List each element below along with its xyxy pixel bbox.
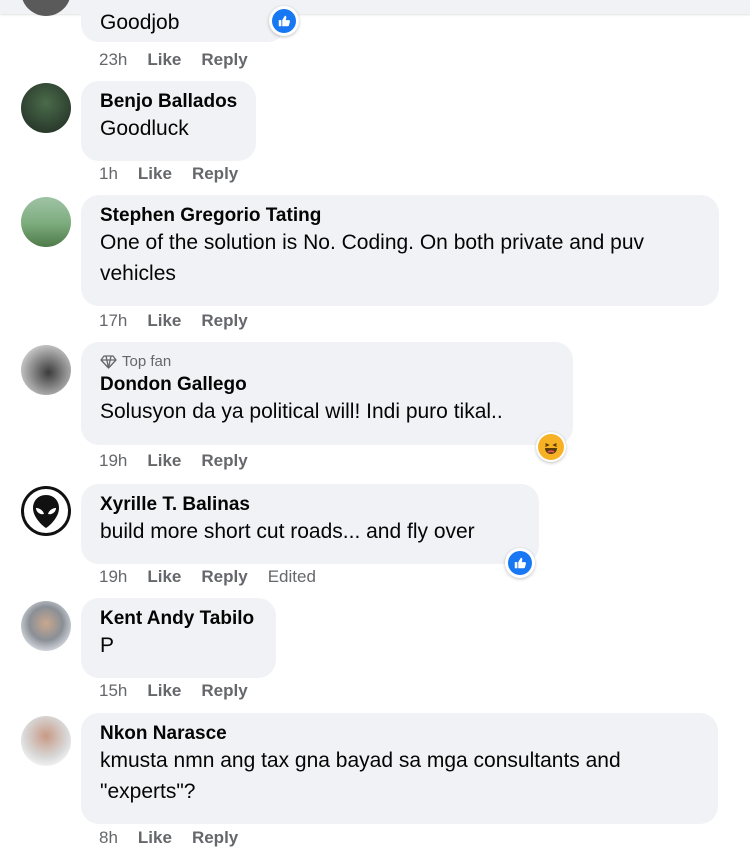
reply-button[interactable]: Reply [201,50,247,70]
comment-text: kmusta nmn ang tax gna bayad sa mga cons… [100,749,621,803]
commenter-name[interactable]: Kent Andy Tabilo [100,608,258,630]
like-button[interactable]: Like [147,50,181,70]
like-reaction-icon[interactable] [505,548,535,578]
like-button[interactable]: Like [147,451,181,471]
like-button[interactable]: Like [138,164,172,184]
avatar[interactable] [21,716,71,766]
comment-text: Solusyon da ya political will! Indi puro… [100,400,503,423]
like-button[interactable]: Like [147,567,181,587]
reply-button[interactable]: Reply [201,681,247,701]
comment-actions: 19h Like Reply [99,451,268,471]
commenter-name[interactable]: Nkon Narasce [100,723,700,745]
reply-button[interactable]: Reply [192,164,238,184]
comment-actions: 8h Like Reply [99,828,258,848]
commenter-name[interactable]: Benjo Ballados [100,91,238,113]
comment-bubble: Stephen Gregorio Tating One of the solut… [81,195,719,306]
comment-text: One of the solution is No. Coding. On bo… [100,231,645,285]
comment-text: Goodjob [100,11,180,34]
avatar[interactable] [21,486,71,536]
comment-bubble: Kent Andy Tabilo P [81,598,276,678]
comment-actions: 15h Like Reply [99,681,268,701]
comment-bubble: Goodjob [81,0,286,42]
comment-actions: 17h Like Reply [99,311,268,331]
comment-time[interactable]: 19h [99,451,127,471]
haha-reaction-icon[interactable] [536,432,566,462]
like-button[interactable]: Like [147,681,181,701]
comment-text: P [100,634,115,657]
commenter-name[interactable]: Dondon Gallego [100,374,555,396]
commenter-name[interactable]: Xyrille T. Balinas [100,494,521,516]
comment-bubble: Top fan Dondon Gallego Solusyon da ya po… [81,342,573,445]
reply-button[interactable]: Reply [201,567,247,587]
comment-time[interactable]: 19h [99,567,127,587]
like-button[interactable]: Like [138,828,172,848]
comment-actions: 23h Like Reply [99,50,268,70]
comment-bubble: Nkon Narasce kmusta nmn ang tax gna baya… [81,713,718,824]
comment-time[interactable]: 23h [99,50,127,70]
like-reaction-icon[interactable] [269,6,299,36]
like-button[interactable]: Like [147,311,181,331]
top-fan-badge: Top fan [100,353,555,371]
comment-actions: 19h Like Reply Edited [99,567,316,587]
comment-bubble: Benjo Ballados Goodluck [81,81,256,161]
comment-time[interactable]: 1h [99,164,118,184]
avatar[interactable] [21,345,71,395]
alien-head-icon [21,486,71,536]
commenter-name[interactable]: Stephen Gregorio Tating [100,205,701,227]
comment-actions: 1h Like Reply [99,164,258,184]
comment-bubble: Xyrille T. Balinas build more short cut … [81,484,539,564]
comment-time[interactable]: 17h [99,311,127,331]
comment-time[interactable]: 8h [99,828,118,848]
edited-label[interactable]: Edited [268,567,316,587]
avatar[interactable] [21,197,71,247]
reply-button[interactable]: Reply [201,451,247,471]
avatar[interactable] [21,83,71,133]
reply-button[interactable]: Reply [201,311,247,331]
reply-button[interactable]: Reply [192,828,238,848]
comment-time[interactable]: 15h [99,681,127,701]
comment-text: build more short cut roads... and fly ov… [100,520,475,543]
comment-text: Goodluck [100,117,189,140]
diamond-icon [100,355,117,369]
avatar[interactable] [21,601,71,651]
badge-label: Top fan [122,353,172,370]
